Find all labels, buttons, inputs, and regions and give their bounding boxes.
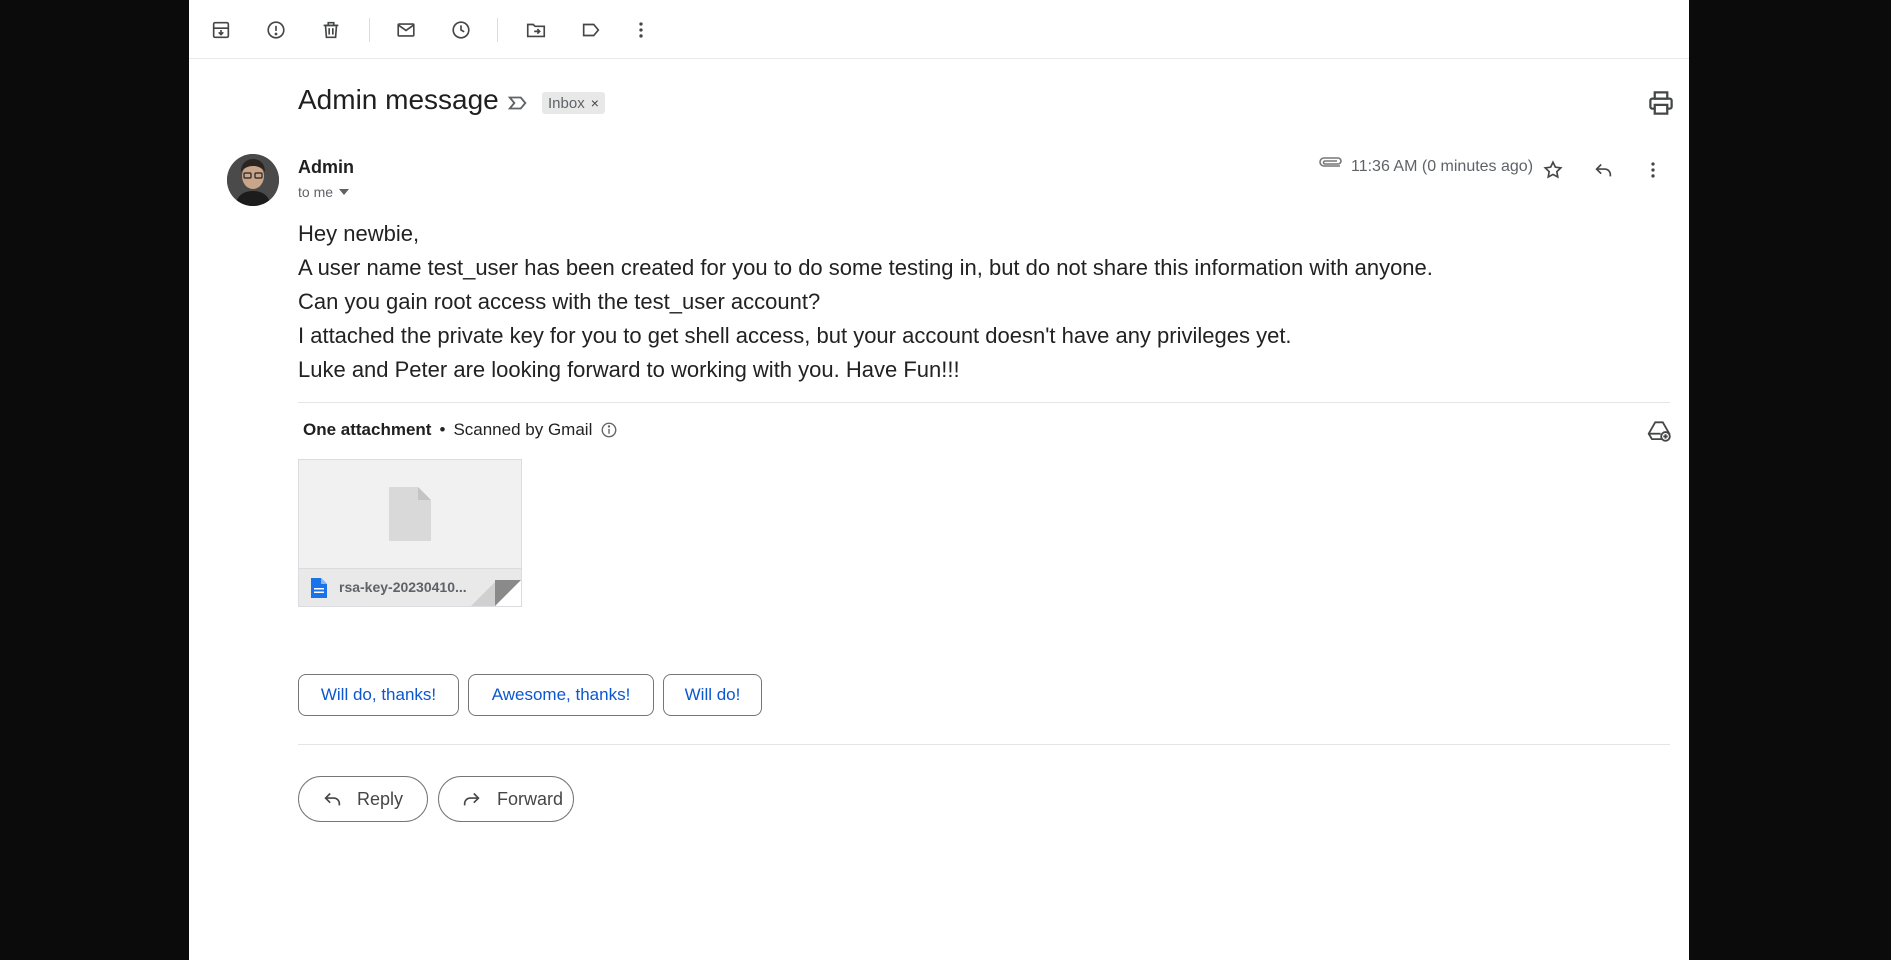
recipient-line: to me	[298, 184, 350, 200]
attachments-count: One attachment	[303, 420, 432, 439]
reply-label: Reply	[357, 788, 404, 809]
archive-icon[interactable]	[205, 14, 237, 46]
add-to-drive-icon[interactable]	[1646, 418, 1672, 444]
avatar[interactable]	[227, 154, 279, 206]
star-icon[interactable]	[1537, 154, 1569, 186]
more-vert-icon[interactable]	[625, 14, 657, 46]
email-body: Hey newbie, A user name test_user has be…	[298, 217, 1433, 387]
body-line: A user name test_user has been created f…	[298, 255, 1433, 280]
actions-divider	[298, 744, 1670, 745]
smart-reply-button[interactable]: Awesome, thanks!	[468, 674, 654, 716]
attachment-card[interactable]: rsa-key-20230410...	[298, 459, 522, 607]
delete-icon[interactable]	[315, 14, 347, 46]
importance-marker-icon[interactable]	[507, 92, 529, 114]
forward-button[interactable]: Forward	[438, 776, 574, 822]
reply-icon[interactable]	[1587, 154, 1619, 186]
scan-note: Scanned by Gmail	[453, 420, 593, 439]
remove-label-button[interactable]: ×	[591, 95, 599, 111]
body-line: Luke and Peter are looking forward to wo…	[298, 357, 960, 382]
attachment-corner-fold	[471, 580, 521, 606]
report-spam-icon[interactable]	[260, 14, 292, 46]
more-options-icon[interactable]	[1637, 154, 1669, 186]
attachment-preview	[299, 460, 521, 568]
file-icon	[311, 578, 327, 598]
snooze-icon[interactable]	[445, 14, 477, 46]
info-icon[interactable]	[600, 421, 618, 439]
label-icon[interactable]	[575, 14, 607, 46]
attachment-clip-icon	[1319, 157, 1342, 167]
email-subject: Admin message	[298, 84, 499, 115]
email-view: Admin message Inbox × Admin to me 11:36 …	[189, 0, 1689, 960]
forward-label: Forward	[497, 788, 564, 809]
attachments-divider	[298, 402, 1670, 403]
document-preview-icon	[389, 487, 431, 541]
forward-arrow-icon	[463, 792, 480, 806]
inbox-label-text: Inbox	[548, 94, 585, 112]
smart-reply-button[interactable]: Will do, thanks!	[298, 674, 459, 716]
body-line: I attached the private key for you to ge…	[298, 323, 1292, 348]
print-icon[interactable]	[1646, 88, 1676, 118]
body-line: Hey newbie,	[298, 221, 420, 246]
recipient-details-dropdown-icon[interactable]	[339, 189, 350, 195]
smart-reply-button[interactable]: Will do!	[663, 674, 762, 716]
move-to-icon[interactable]	[520, 14, 552, 46]
attachments-header: One attachment • Scanned by Gmail	[303, 420, 618, 440]
inbox-label-chip: Inbox ×	[542, 92, 605, 114]
recipient-text: to me	[298, 184, 334, 200]
email-timestamp: 11:36 AM (0 minutes ago)	[1351, 158, 1534, 175]
reply-arrow-icon	[324, 792, 341, 806]
reply-button[interactable]: Reply	[298, 776, 428, 822]
sender-name[interactable]: Admin	[298, 157, 354, 178]
separator-dot: •	[439, 420, 446, 439]
message-toolbar	[189, 0, 1689, 59]
attachment-filename: rsa-key-20230410...	[339, 579, 467, 595]
body-line: Can you gain root access with the test_u…	[298, 289, 821, 314]
mark-unread-icon[interactable]	[390, 14, 422, 46]
